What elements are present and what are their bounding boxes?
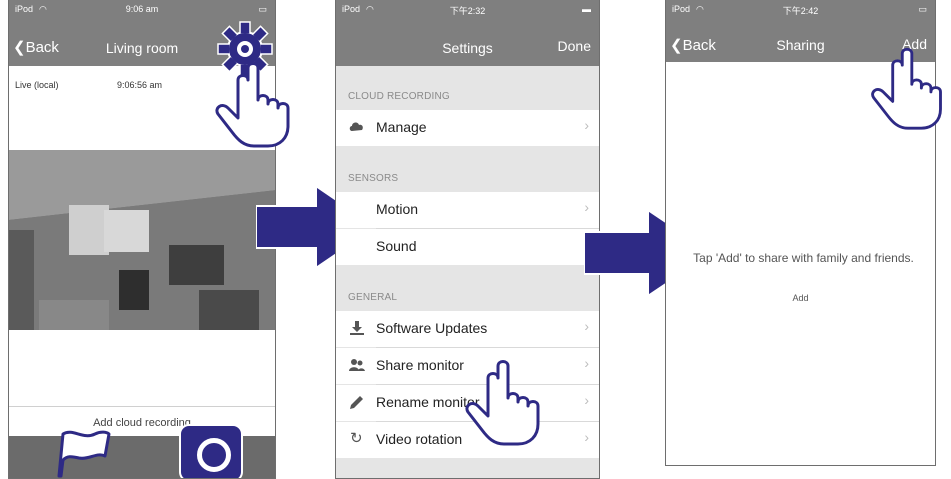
room-image: [9, 150, 275, 330]
users-icon: [349, 359, 365, 371]
section-cloud-recording: CLOUD RECORDING: [336, 66, 599, 110]
feed-timestamp: 9:06:56 am: [117, 80, 163, 90]
add-link[interactable]: Add: [666, 293, 935, 303]
row-label: Video rotation: [376, 431, 463, 447]
status-time: 9:06 am: [125, 4, 159, 14]
section-title: CLOUD RECORDING: [348, 91, 450, 102]
section-title: SENSORS: [348, 173, 399, 184]
row-label: Share monitor: [376, 357, 464, 373]
row-motion[interactable]: Motion ›: [336, 192, 599, 228]
section-sensors: SENSORS: [336, 146, 599, 192]
divider: [9, 406, 275, 407]
chevron-right-icon: ›: [584, 392, 589, 408]
hand-pointer-icon: [215, 62, 290, 148]
row-label: Manage: [376, 119, 427, 135]
hand-pointer-icon: [465, 360, 540, 446]
empty-state-message: Tap 'Add' to share with family and frien…: [693, 251, 914, 265]
camera-feed[interactable]: [9, 150, 275, 330]
chevron-right-icon: ›: [584, 117, 589, 133]
row-manage[interactable]: Manage ›: [336, 110, 599, 146]
status-bar: iPod ◠ 下午2:32 ▬: [336, 0, 599, 18]
section-title: GENERAL: [348, 292, 398, 303]
section-general: GENERAL: [336, 265, 599, 311]
done-button[interactable]: Done: [558, 38, 591, 54]
row-label: Sound: [376, 238, 417, 254]
hand-pointer-icon: [871, 47, 942, 130]
camera-lens: [197, 438, 231, 472]
status-bar: iPod ◠ 9:06 am ▭: [9, 0, 275, 18]
row-software-updates[interactable]: Software Updates ›: [336, 311, 599, 347]
row-label: Motion: [376, 201, 419, 217]
rotate-icon: ↻: [350, 430, 363, 447]
battery-icon: ▬: [582, 4, 591, 14]
row-label: Software Updates: [376, 320, 488, 336]
cloud-icon: [349, 122, 363, 131]
battery-icon: ▭: [918, 4, 927, 14]
status-bar: iPod ◠ 下午2:42 ▭: [666, 0, 935, 18]
flag-icon[interactable]: [53, 426, 113, 479]
row-sound[interactable]: Sound ›: [336, 229, 599, 265]
chevron-right-icon: ›: [584, 429, 589, 445]
download-icon: [350, 321, 364, 335]
status-time: 下午2:42: [782, 6, 819, 16]
pencil-icon: [350, 396, 363, 409]
feed-mode-label: Live (local): [15, 80, 59, 90]
chevron-right-icon: ›: [584, 318, 589, 334]
chevron-right-icon: ›: [584, 355, 589, 371]
camera-icon[interactable]: [179, 424, 243, 478]
status-time: 下午2:32: [449, 6, 486, 16]
battery-icon: ▭: [258, 4, 267, 14]
